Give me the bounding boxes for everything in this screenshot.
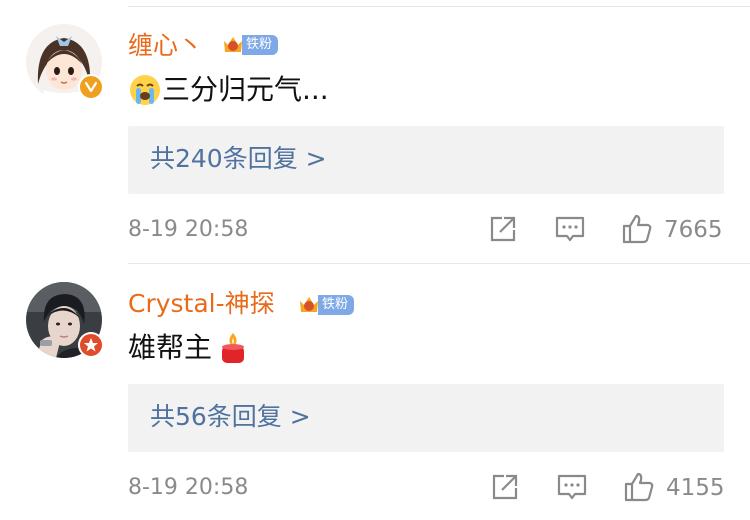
- candle-emoji: [216, 331, 250, 365]
- replies-box[interactable]: 共240条回复 >: [128, 126, 724, 194]
- crying-face-emoji: [128, 73, 162, 107]
- comment-text-value: 三分归元气...: [162, 73, 329, 106]
- fan-badge: 铁粉: [222, 34, 279, 56]
- fan-label: 铁粉: [318, 295, 355, 315]
- verified-badge-icon: [78, 332, 104, 358]
- timestamp: 8-19 20:58: [128, 475, 249, 500]
- view-replies-link[interactable]: 共240条回复 >: [150, 142, 327, 176]
- like-icon[interactable]: [620, 212, 654, 246]
- comment-text: 三分归元气...: [128, 72, 329, 108]
- comment-text: 雄帮主: [128, 330, 250, 366]
- avatar[interactable]: [26, 282, 104, 358]
- timestamp: 8-19 20:58: [128, 217, 249, 242]
- verified-badge-icon: [78, 74, 104, 100]
- separator: [128, 263, 750, 264]
- username[interactable]: 缠心丶: [128, 30, 203, 62]
- share-icon[interactable]: [486, 212, 520, 246]
- like-icon[interactable]: [622, 470, 656, 504]
- view-replies-link[interactable]: 共56条回复 >: [150, 400, 311, 434]
- avatar[interactable]: [26, 24, 104, 100]
- comment-actions: 8-19 20:58 7665: [0, 212, 750, 248]
- username[interactable]: Crystal-神探: [128, 288, 275, 320]
- comment-text-value: 雄帮主: [128, 331, 213, 364]
- comment-actions: 8-19 20:58 4155: [0, 470, 750, 506]
- replies-box[interactable]: 共56条回复 >: [128, 384, 724, 452]
- separator-top: [128, 6, 750, 7]
- fan-badge: 铁粉: [298, 294, 355, 316]
- like-count: 4155: [666, 475, 725, 501]
- crown-icon: [222, 34, 244, 56]
- comment-icon[interactable]: [555, 470, 589, 504]
- crown-icon: [298, 294, 320, 316]
- share-icon[interactable]: [488, 470, 522, 504]
- comment-icon[interactable]: [553, 212, 587, 246]
- fan-label: 铁粉: [242, 35, 279, 55]
- like-count: 7665: [664, 217, 723, 243]
